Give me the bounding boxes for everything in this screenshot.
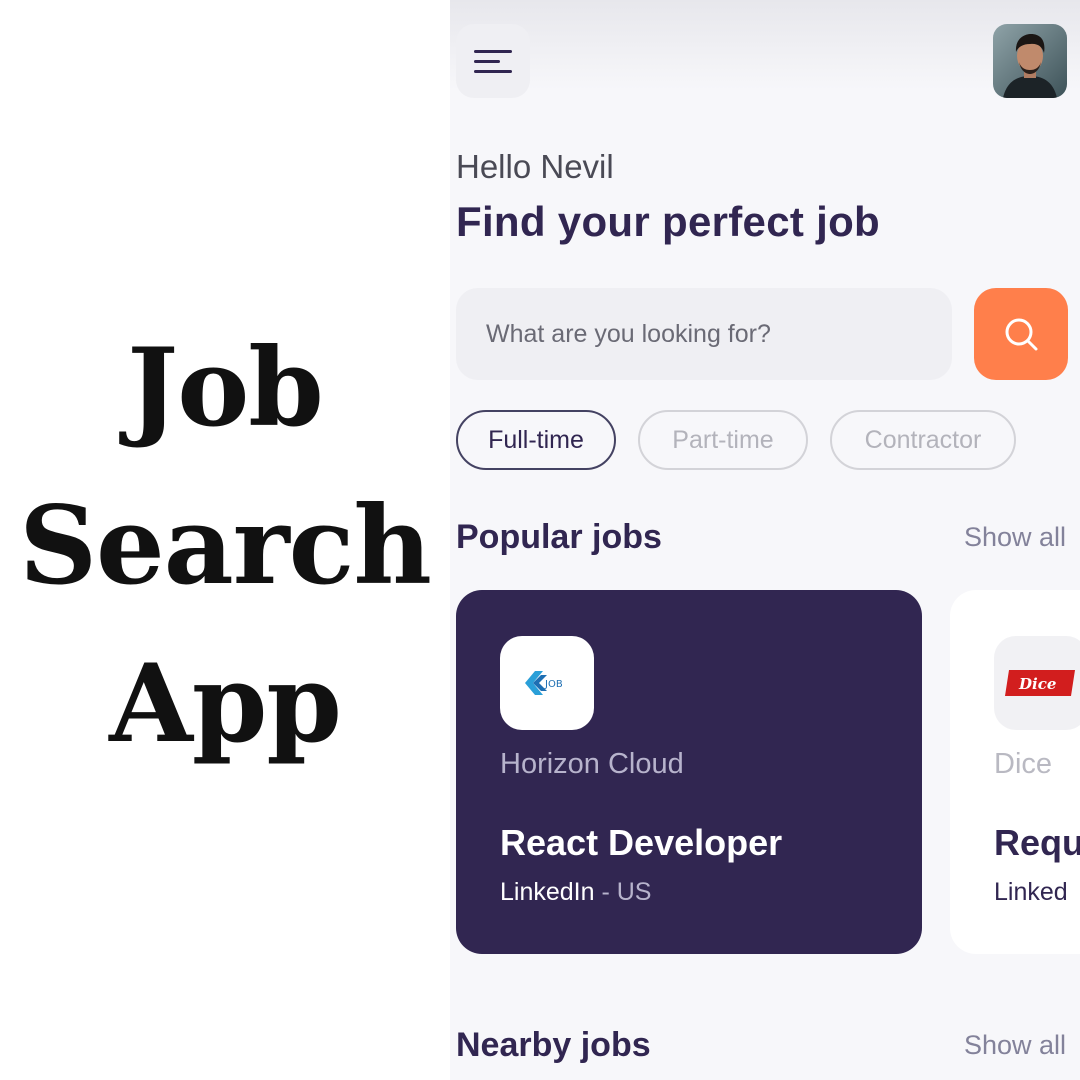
user-photo-icon	[993, 24, 1067, 98]
promo-title: Job Search App	[19, 309, 432, 783]
popular-show-all-link[interactable]: Show all	[964, 522, 1066, 553]
search-field[interactable]	[456, 288, 952, 380]
job-logo-text: JOB	[544, 679, 563, 690]
nearby-jobs-title: Nearby jobs	[456, 1026, 651, 1064]
company-logo: JOB	[500, 636, 594, 730]
tab-full-time[interactable]: Full-time	[456, 410, 616, 470]
promo-line-1: Job	[127, 325, 324, 451]
search-icon	[1005, 318, 1038, 351]
company-logo: Dice	[994, 636, 1080, 730]
job-location: US	[616, 878, 652, 906]
page-title: Find your perfect job	[456, 198, 880, 245]
job-publisher: Linked	[994, 878, 1068, 906]
job-meta: Linked	[994, 878, 1068, 907]
search-button[interactable]	[974, 288, 1068, 380]
avatar[interactable]	[993, 24, 1067, 98]
promo-panel: Job Search App	[0, 0, 450, 1080]
popular-jobs-title: Popular jobs	[456, 518, 662, 556]
greeting-text: Hello Nevil	[456, 148, 614, 185]
job-logo-icon: JOB	[525, 671, 563, 695]
company-name: Horizon Cloud	[500, 748, 684, 780]
company-name: Dice	[994, 748, 1053, 780]
job-title: React Developer	[500, 822, 783, 863]
job-title: Requ	[994, 822, 1080, 863]
tab-contractor[interactable]: Contractor	[830, 410, 1016, 470]
job-publisher: LinkedIn	[500, 878, 595, 906]
app-screen: Hello Nevil Find your perfect job Full-t…	[450, 0, 1080, 1080]
nearby-show-all-link[interactable]: Show all	[964, 1030, 1066, 1061]
menu-button[interactable]	[456, 24, 530, 98]
job-meta: LinkedIn - US	[500, 878, 651, 907]
job-separator: -	[594, 878, 617, 906]
menu-icon	[474, 50, 512, 73]
promo-line-3: App	[109, 641, 342, 767]
dice-logo-text: Dice	[1018, 675, 1056, 693]
tab-part-time[interactable]: Part-time	[638, 410, 808, 470]
search-input[interactable]	[486, 319, 952, 349]
job-card[interactable]: Dice Dice Requ Linked	[950, 590, 1080, 954]
job-card[interactable]: JOB Horizon Cloud React Developer Linked…	[456, 590, 922, 954]
dice-logo-icon: Dice	[1005, 670, 1075, 696]
promo-line-2: Search	[19, 483, 432, 609]
